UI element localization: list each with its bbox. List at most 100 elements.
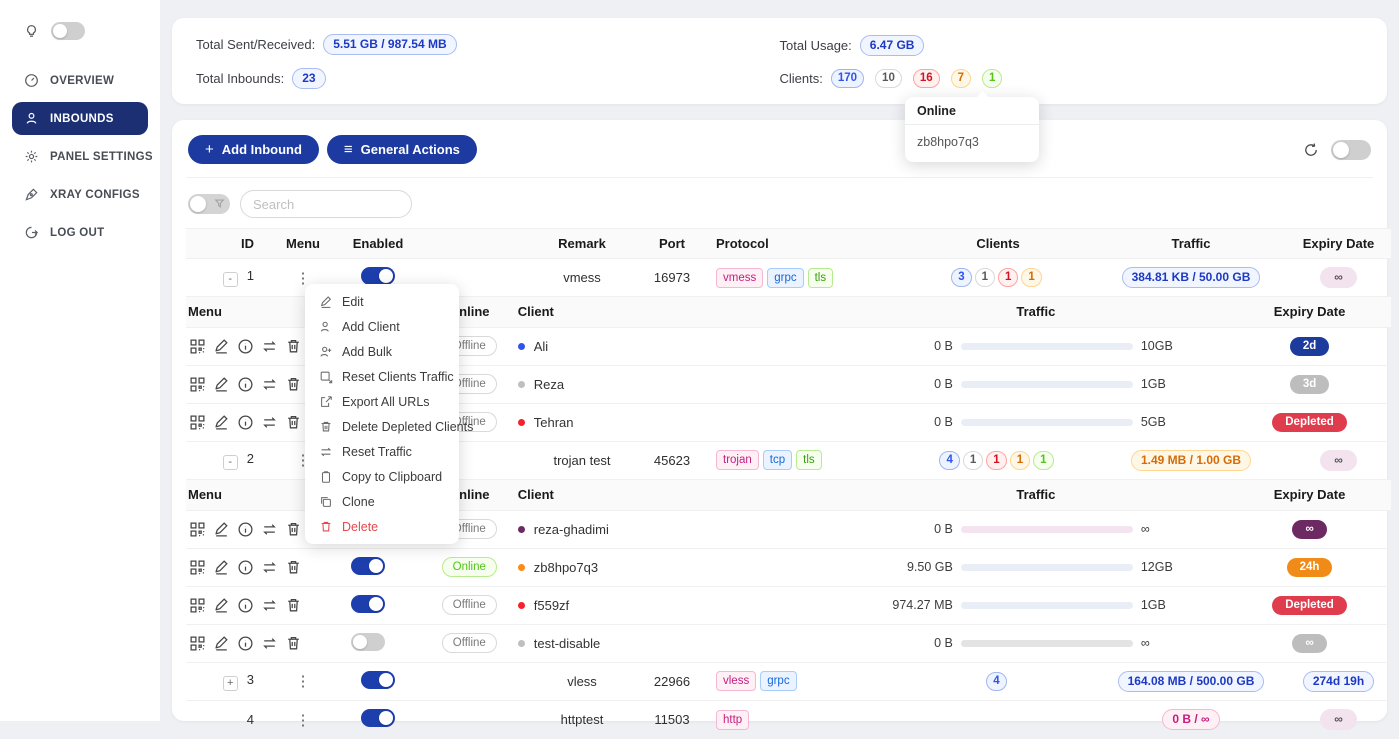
client-color-dot	[518, 602, 525, 609]
sidebar-item-inbounds[interactable]: INBOUNDS	[12, 102, 148, 135]
row-menu-icon[interactable]: ⋮	[296, 673, 311, 690]
clients-depleted-badge[interactable]: 16	[913, 69, 940, 88]
search-input[interactable]	[240, 190, 412, 218]
client-enabled-toggle[interactable]	[351, 557, 385, 575]
sidebar-item-panel-settings[interactable]: PANEL SETTINGS	[0, 140, 160, 173]
export-urls-icon	[319, 395, 333, 409]
inbound-id: 3	[247, 672, 254, 687]
clipboard-icon	[319, 470, 333, 484]
menu-item-add-client[interactable]: Add Client	[305, 314, 459, 339]
filter-toggle[interactable]	[188, 194, 230, 214]
info-icon[interactable]	[237, 597, 254, 614]
client-count-badge[interactable]: 1	[1010, 451, 1030, 470]
collapse-toggle[interactable]: -	[223, 455, 238, 470]
client-count-badge[interactable]: 1	[975, 268, 995, 287]
traffic-badge: 164.08 MB / 500.00 GB	[1118, 671, 1265, 692]
row-menu-icon[interactable]: ⋮	[296, 712, 311, 729]
client-enabled-toggle[interactable]	[351, 595, 385, 613]
theme-toggle[interactable]	[51, 22, 85, 40]
reset-traffic-icon[interactable]	[261, 635, 278, 652]
protocol-tag: tls	[808, 268, 834, 288]
reset-traffic-icon[interactable]	[261, 597, 278, 614]
client-count-badge[interactable]: 1	[1021, 268, 1041, 287]
clients-expiring-badge[interactable]: 7	[951, 69, 971, 88]
clients-default-badge[interactable]: 10	[875, 69, 902, 88]
enabled-toggle[interactable]	[361, 671, 395, 689]
edit-icon[interactable]	[213, 635, 230, 652]
menu-item-delete[interactable]: Delete	[305, 514, 459, 539]
client-count-badge[interactable]: 1	[1033, 451, 1053, 470]
client-count-badge[interactable]: 3	[951, 268, 971, 287]
inbound-row-3: +3 ⋮ vless 22966 vlessgrpc 4 164.08 MB /…	[186, 663, 1391, 701]
menu-item-copy-to-clipboard[interactable]: Copy to Clipboard	[305, 464, 459, 489]
menu-item-edit[interactable]: Edit	[305, 289, 459, 314]
menu-item-add-bulk[interactable]: Add Bulk	[305, 339, 459, 364]
edit-icon[interactable]	[213, 414, 230, 431]
collapse-toggle[interactable]: -	[223, 272, 238, 287]
general-actions-button[interactable]: ≡ General Actions	[327, 135, 477, 164]
info-icon[interactable]	[237, 521, 254, 538]
qr-code-icon[interactable]	[189, 597, 206, 614]
menu-item-clone[interactable]: Clone	[305, 489, 459, 514]
sidebar-item-xray-configs[interactable]: XRAY CONFIGS	[0, 178, 160, 211]
reset-traffic-icon[interactable]	[261, 414, 278, 431]
client-count-badge[interactable]: 1	[963, 451, 983, 470]
menu-item-delete-depleted-clients[interactable]: Delete Depleted Clients	[305, 414, 459, 439]
info-icon[interactable]	[237, 635, 254, 652]
client-count-badge[interactable]: 1	[998, 268, 1018, 287]
edit-icon	[319, 295, 333, 309]
settings-gear-icon	[24, 149, 39, 164]
enabled-toggle[interactable]	[361, 267, 395, 285]
reset-traffic-icon[interactable]	[261, 559, 278, 576]
delete-client-icon[interactable]	[285, 414, 302, 431]
delete-client-icon[interactable]	[285, 376, 302, 393]
menu-item-export-all-urls[interactable]: Export All URLs	[305, 389, 459, 414]
client-name: f559zf	[534, 598, 569, 613]
menu-item-reset-clients-traffic[interactable]: Reset Clients Traffic	[305, 364, 459, 389]
traffic-badge: 1.49 MB / 1.00 GB	[1131, 450, 1251, 471]
qr-code-icon[interactable]	[189, 559, 206, 576]
delete-client-icon[interactable]	[285, 597, 302, 614]
menu-item-reset-traffic[interactable]: Reset Traffic	[305, 439, 459, 464]
theme-bulb-icon	[24, 24, 39, 39]
qr-code-icon[interactable]	[189, 521, 206, 538]
sidebar-item-overview[interactable]: OVERVIEW	[0, 64, 160, 97]
add-inbound-button[interactable]: + Add Inbound	[188, 135, 319, 164]
reset-traffic-icon[interactable]	[261, 338, 278, 355]
client-enabled-toggle[interactable]	[351, 633, 385, 651]
info-icon[interactable]	[237, 414, 254, 431]
delete-client-icon[interactable]	[285, 635, 302, 652]
reset-traffic-icon[interactable]	[261, 376, 278, 393]
expand-toggle[interactable]: +	[223, 676, 238, 691]
edit-icon[interactable]	[213, 559, 230, 576]
inbound-context-menu: Edit Add Client Add Bulk Reset Clients T…	[305, 284, 459, 544]
sidebar-item-logout[interactable]: LOG OUT	[0, 216, 160, 249]
protocol-tag: tcp	[763, 450, 792, 470]
client-count-badge[interactable]: 4	[986, 672, 1006, 691]
qr-code-icon[interactable]	[189, 414, 206, 431]
enabled-toggle[interactable]	[361, 709, 395, 727]
edit-icon[interactable]	[213, 597, 230, 614]
delete-client-icon[interactable]	[285, 559, 302, 576]
auto-refresh-toggle[interactable]	[1331, 140, 1371, 160]
edit-icon[interactable]	[213, 376, 230, 393]
client-row-zb8hpo7q3: Online zb8hpo7q3 9.50 GB12GB 24h	[186, 548, 1391, 586]
info-icon[interactable]	[237, 376, 254, 393]
clients-total-badge[interactable]: 170	[831, 69, 864, 88]
client-count-badge[interactable]: 1	[986, 451, 1006, 470]
delete-client-icon[interactable]	[285, 338, 302, 355]
info-icon[interactable]	[237, 338, 254, 355]
edit-icon[interactable]	[213, 521, 230, 538]
refresh-icon[interactable]	[1303, 142, 1319, 158]
total-usage-label: Total Usage:	[780, 38, 852, 53]
client-count-badge[interactable]: 4	[939, 451, 959, 470]
qr-code-icon[interactable]	[189, 338, 206, 355]
online-popup-title: Online	[905, 97, 1039, 125]
qr-code-icon[interactable]	[189, 376, 206, 393]
qr-code-icon[interactable]	[189, 635, 206, 652]
delete-client-icon[interactable]	[285, 521, 302, 538]
clients-online-badge[interactable]: 1	[982, 69, 1002, 88]
info-icon[interactable]	[237, 559, 254, 576]
reset-traffic-icon[interactable]	[261, 521, 278, 538]
edit-icon[interactable]	[213, 338, 230, 355]
